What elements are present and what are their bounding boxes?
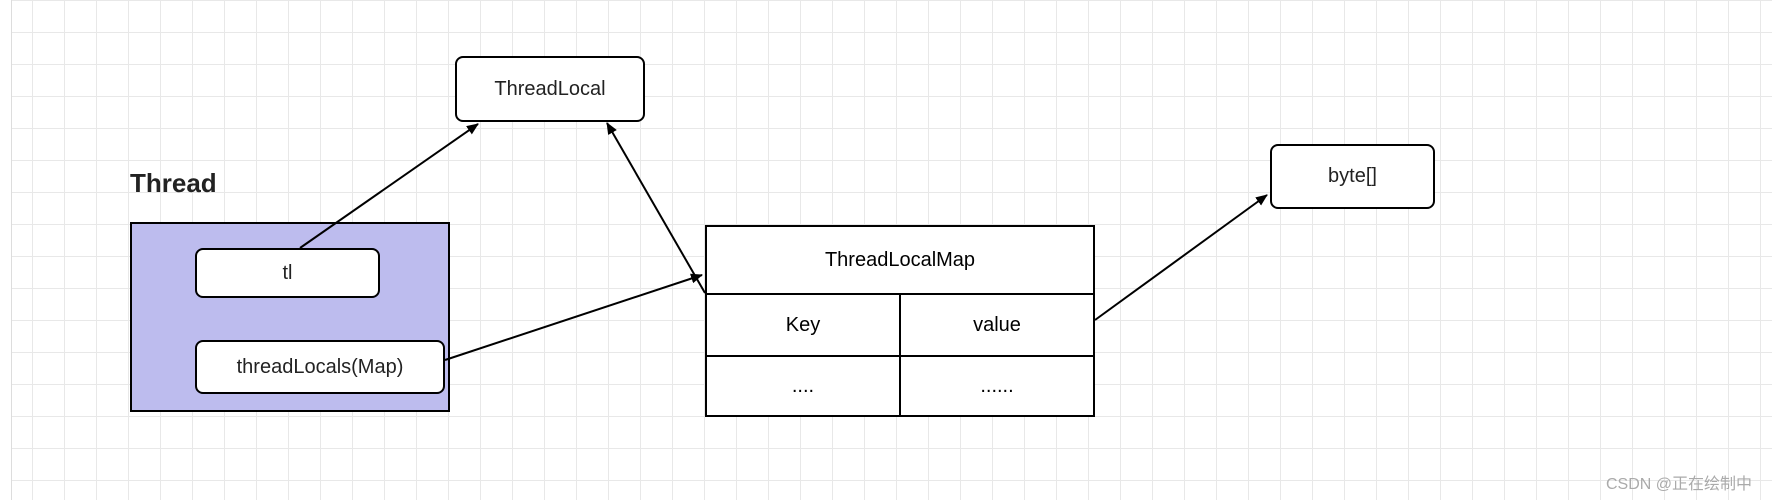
- threadlocalmap-table: ThreadLocalMap Key value .... ......: [705, 225, 1095, 417]
- watermark: CSDN @正在绘制中: [1606, 470, 1752, 494]
- threadlocals-label: threadLocals(Map): [237, 356, 404, 379]
- arrow-value-to-byte: [1095, 195, 1267, 320]
- tlmap-key-cell: ....: [707, 357, 901, 415]
- table-row: Key value: [707, 295, 1093, 355]
- arrow-key-to-threadlocal: [607, 123, 705, 293]
- box-threadlocals: threadLocals(Map): [195, 340, 445, 394]
- tlmap-header: ThreadLocalMap: [707, 227, 1093, 295]
- byte-label: byte[]: [1328, 165, 1377, 188]
- tlmap-key-cell: Key: [707, 295, 901, 355]
- tl-label: tl: [283, 262, 293, 285]
- arrow-threadlocals-to-map: [445, 275, 702, 360]
- box-threadlocal: ThreadLocal: [455, 56, 645, 122]
- threadlocal-label: ThreadLocal: [494, 78, 605, 101]
- box-tl: tl: [195, 248, 380, 298]
- table-row: .... ......: [707, 355, 1093, 415]
- thread-title: Thread: [130, 168, 217, 199]
- tlmap-value-cell: ......: [901, 357, 1093, 415]
- box-byte: byte[]: [1270, 144, 1435, 209]
- tlmap-value-cell: value: [901, 295, 1093, 355]
- diagram-content: Thread tl threadLocals(Map) ThreadLocal …: [0, 0, 1772, 500]
- ruler-left: [0, 0, 12, 500]
